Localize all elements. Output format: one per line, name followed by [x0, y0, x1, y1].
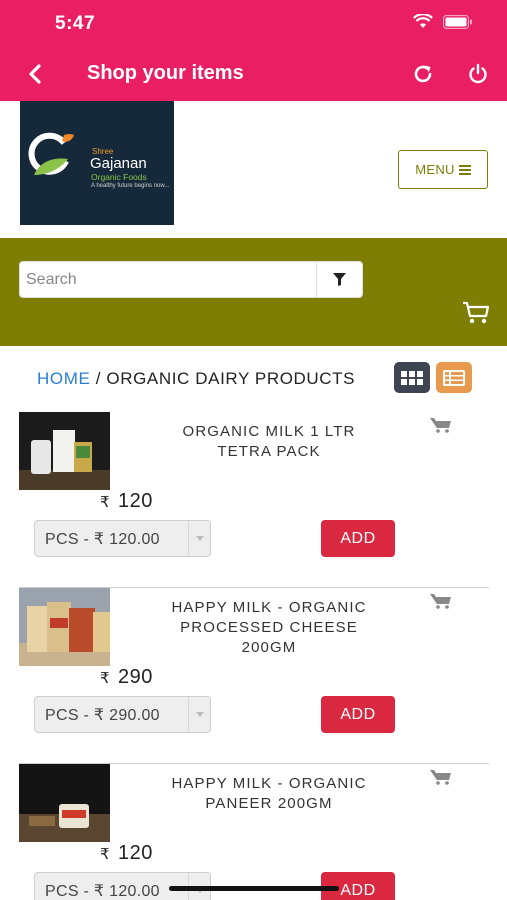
variant-selected: PCS - ₹ 120.00 [45, 882, 160, 900]
product-item: HAPPY MILK - ORGANIC PROCESSED CHEESE 20… [0, 588, 507, 764]
wifi-icon [413, 14, 433, 28]
paneer-photo-icon [19, 764, 110, 842]
back-button[interactable] [22, 60, 48, 88]
product-image[interactable] [19, 412, 110, 490]
currency-symbol: ₹ [100, 846, 111, 863]
search-box [19, 261, 363, 298]
breadcrumb: HOME / ORGANIC DAIRY PRODUCTS [37, 369, 355, 389]
variant-selected: PCS - ₹ 290.00 [45, 706, 160, 724]
power-icon [469, 63, 487, 84]
currency-symbol: ₹ [100, 494, 111, 511]
logo-tagline: A healthy future begins now... [91, 183, 170, 189]
product-name[interactable]: ORGANIC MILK 1 LTR TETRA PACK [150, 422, 388, 462]
battery-icon [443, 14, 472, 29]
product-price: ₹120 [100, 842, 153, 864]
search-bar-section [0, 238, 507, 346]
refresh-button[interactable] [409, 60, 437, 88]
variant-selected: PCS - ₹ 120.00 [45, 530, 160, 548]
chevron-down-icon [188, 521, 210, 556]
shop-screen: 5:47 Shop your items Shree Gajanan Organ… [0, 0, 507, 900]
breadcrumb-separator: / [90, 369, 107, 388]
product-price: ₹120 [100, 490, 153, 512]
add-to-cart-icon[interactable] [430, 769, 452, 785]
menu-label: MENU [415, 162, 455, 177]
cart-button[interactable] [462, 300, 490, 326]
product-name[interactable]: HAPPY MILK - ORGANIC PROCESSED CHEESE 20… [150, 598, 388, 658]
chevron-down-icon [188, 697, 210, 732]
brand-logo[interactable]: Shree Gajanan Organic Foods A healthy fu… [20, 101, 174, 225]
filter-button[interactable] [316, 262, 362, 297]
product-price: ₹290 [100, 666, 153, 688]
page-title: Shop your items [87, 62, 244, 84]
milk-photo-icon [19, 412, 110, 490]
status-time: 5:47 [55, 13, 96, 34]
refresh-icon [414, 65, 432, 83]
status-icons [413, 14, 473, 29]
grid-icon [401, 370, 423, 385]
product-item: HAPPY MILK - ORGANIC PANEER 200GM ₹120 P… [0, 764, 507, 900]
home-indicator[interactable] [169, 886, 339, 891]
app-bar: 5:47 Shop your items [0, 0, 507, 101]
chevron-left-icon [29, 64, 41, 84]
logo-name-text: Gajanan [90, 155, 147, 172]
variant-select[interactable]: PCS - ₹ 290.00 [34, 696, 211, 733]
logout-button[interactable] [464, 60, 492, 88]
add-to-cart-icon[interactable] [430, 593, 452, 609]
product-item: ORGANIC MILK 1 LTR TETRA PACK ₹120 PCS -… [0, 412, 507, 588]
logo-sub-text: Organic Foods [91, 172, 147, 182]
hamburger-icon [458, 164, 471, 175]
search-input[interactable] [20, 262, 316, 297]
list-icon [443, 369, 465, 386]
breadcrumb-home-link[interactable]: HOME [37, 369, 90, 388]
product-image[interactable] [19, 588, 110, 666]
add-to-cart-icon[interactable] [430, 417, 452, 433]
grid-view-button[interactable] [394, 362, 430, 393]
menu-button[interactable]: MENU [398, 150, 488, 189]
product-name[interactable]: HAPPY MILK - ORGANIC PANEER 200GM [150, 774, 388, 814]
add-button[interactable]: ADD [321, 520, 395, 557]
breadcrumb-current: ORGANIC DAIRY PRODUCTS [106, 369, 356, 388]
list-view-button[interactable] [436, 362, 472, 393]
logo-mark-icon [28, 132, 74, 175]
product-image[interactable] [19, 764, 110, 842]
cheese-photo-icon [19, 588, 110, 666]
currency-symbol: ₹ [100, 670, 111, 687]
add-button[interactable]: ADD [321, 696, 395, 733]
cart-icon [463, 301, 490, 324]
variant-select[interactable]: PCS - ₹ 120.00 [34, 520, 211, 557]
filter-icon [333, 273, 346, 286]
